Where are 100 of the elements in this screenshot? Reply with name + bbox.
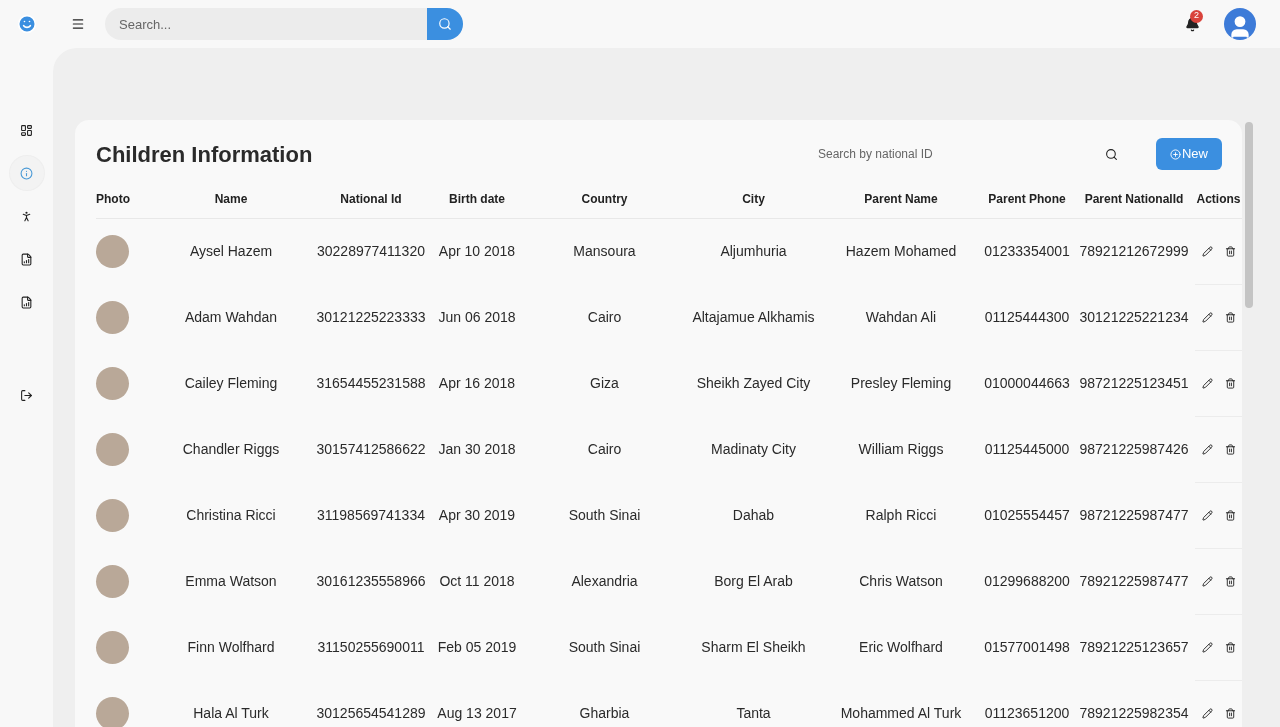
person-icon [20, 209, 33, 223]
table-cell-text: 01125445000 [983, 440, 1071, 459]
table-cell: 30228977411320 [311, 218, 431, 284]
column-header: Country [523, 180, 686, 218]
column-header: Birth date [431, 180, 523, 218]
table-cell-text: 31150255690011 [316, 638, 426, 657]
delete-button[interactable] [1224, 575, 1236, 587]
column-header: City [686, 180, 821, 218]
table-cell: 98721225987426 [1073, 416, 1195, 482]
table-cell-text: 01000044663 [983, 374, 1071, 393]
delete-button[interactable] [1224, 509, 1236, 521]
table-cell-text: 01125444300 [983, 308, 1071, 327]
column-header: Photo [96, 180, 151, 218]
delete-button[interactable] [1224, 443, 1236, 455]
column-header: Parent Name [821, 180, 981, 218]
trash-icon [1224, 509, 1236, 521]
table-cell-text: Giza [589, 374, 620, 393]
plus-icon [1170, 148, 1181, 160]
table-cell-text: Jun 06 2018 [437, 308, 517, 327]
table-cell-text: Mohammed Al Turk [839, 704, 963, 723]
table-cell-text: Hala Al Turk [192, 704, 270, 723]
table-cell-text: 31654455231588 [315, 374, 427, 393]
photo-placeholder [96, 234, 129, 268]
table-cell-text: Chandler Riggs [181, 440, 281, 459]
table-cell: Hazem Mohamed [821, 218, 981, 284]
trash-icon [1224, 641, 1236, 653]
table-cell-text: South Sinai [567, 506, 642, 525]
table-cell-text: Feb 05 2019 [436, 638, 518, 657]
pencil-icon [1201, 707, 1213, 719]
table-cell-text: South Sinai [567, 638, 642, 657]
avatar[interactable] [1224, 8, 1256, 40]
edit-button[interactable] [1201, 377, 1213, 389]
table-cell: 98721225123451 [1073, 350, 1195, 416]
table-cell: 78921225987477 [1073, 548, 1195, 614]
pencil-icon [1201, 641, 1213, 653]
table-cell-text: Alexandria [570, 572, 639, 591]
table-cell-text: 01123651200 [983, 704, 1071, 723]
edit-button[interactable] [1201, 707, 1213, 719]
info-icon [20, 166, 33, 180]
search-icon [438, 17, 452, 31]
table-cell-text: Sheikh Zayed City [695, 374, 812, 393]
search-input[interactable]: Search... [105, 8, 427, 40]
table-cell-text: William Riggs [857, 440, 945, 459]
edit-button[interactable] [1201, 575, 1213, 587]
table-cell-text: 30161235558966 [315, 572, 427, 591]
delete-button[interactable] [1224, 707, 1236, 719]
column-header: Actions [1195, 180, 1242, 218]
photo-placeholder [96, 564, 129, 598]
delete-button[interactable] [1224, 641, 1236, 653]
table-cell-text: 30157412586622 [315, 440, 427, 459]
photo-placeholder [96, 300, 129, 334]
column-header: Name [151, 180, 311, 218]
search-button[interactable] [427, 8, 463, 40]
trash-icon [1224, 443, 1236, 455]
edit-button[interactable] [1201, 509, 1213, 521]
table-cell-text: Borg El Arab [713, 572, 794, 591]
trash-icon [1224, 311, 1236, 323]
pencil-icon [1201, 245, 1213, 257]
pencil-icon [1201, 443, 1213, 455]
scrollbar-thumb[interactable] [1245, 122, 1253, 308]
table-cell-text: 01025554457 [983, 506, 1071, 525]
menu-icon [71, 17, 85, 31]
column-header: Parent NationalId [1073, 180, 1195, 218]
national-id-search-input[interactable]: Search by national ID [818, 145, 1105, 163]
edit-button[interactable] [1201, 245, 1213, 257]
table-cell-text: Jan 30 2018 [437, 440, 517, 459]
table-cell-text: Eric Wolfhard [858, 638, 944, 657]
table-cell-text: Aug 13 2017 [436, 704, 518, 723]
notification-badge: 2 [1190, 9, 1203, 23]
table-cell-text: Ralph Ricci [864, 506, 938, 525]
photo-placeholder [96, 432, 129, 466]
logout-icon [20, 388, 33, 402]
table-cell-text: 31198569741334 [316, 506, 426, 525]
photo-placeholder [96, 630, 129, 664]
edit-button[interactable] [1201, 311, 1213, 323]
table-cell: Apr 10 2018 [431, 218, 523, 284]
report-icon [20, 252, 33, 266]
table-cell: 01233354001 [981, 218, 1073, 284]
table-cell-text: 01299688200 [983, 572, 1071, 591]
table-cell-text: Oct 11 2018 [438, 572, 516, 591]
pencil-icon [1201, 509, 1213, 521]
table-cell: Aysel Hazem [151, 218, 311, 284]
table-cell-text: Emma Watson [184, 572, 278, 591]
photo-placeholder [96, 696, 129, 727]
delete-button[interactable] [1224, 245, 1236, 257]
table-cell: 98721225987477 [1073, 482, 1195, 548]
trash-icon [1224, 575, 1236, 587]
edit-button[interactable] [1201, 443, 1213, 455]
search-icon[interactable] [1105, 147, 1118, 161]
table-cell-text: Gharbia [578, 704, 631, 723]
menu-button[interactable] [71, 17, 85, 31]
edit-button[interactable] [1201, 641, 1213, 653]
table-cell-text: Tanta [735, 704, 772, 723]
delete-button[interactable] [1224, 377, 1236, 389]
table-cell-text: Cairo [586, 308, 623, 327]
table-cell: Mansoura [523, 218, 686, 284]
new-button[interactable]: New [1156, 138, 1222, 170]
table-cell-text: 30121225223333 [315, 308, 427, 327]
delete-button[interactable] [1224, 311, 1236, 323]
table-cell-text: Altajamue Alkhamis [691, 308, 816, 327]
